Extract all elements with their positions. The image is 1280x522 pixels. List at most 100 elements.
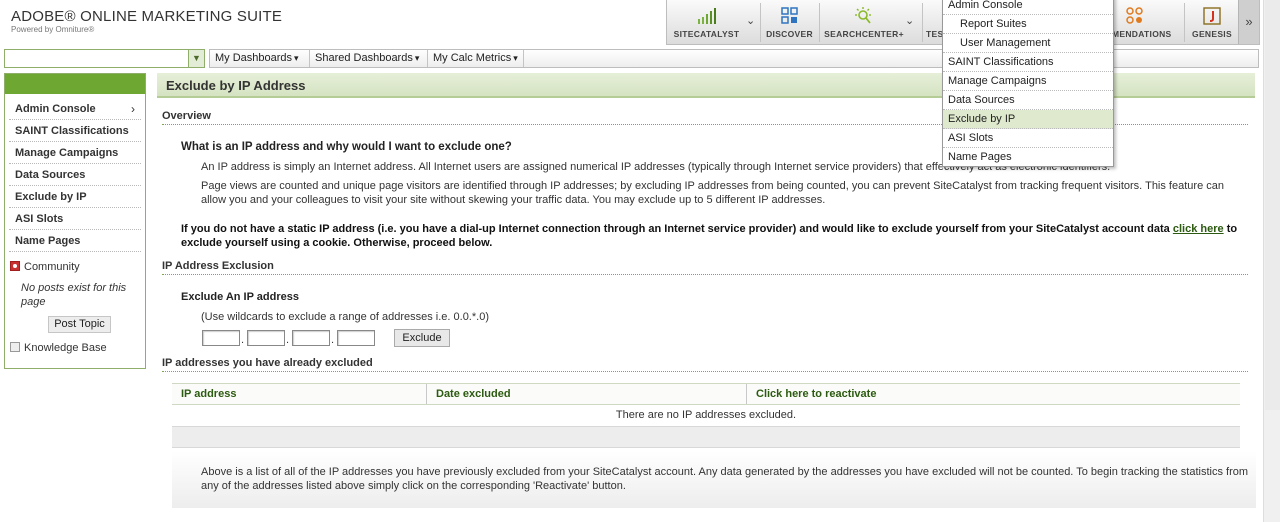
footnote-panel: Above is a list of all of the IP address… [172, 451, 1256, 508]
app-label-discover: DISCOVER [766, 29, 813, 39]
exclude-button[interactable]: Exclude [394, 329, 450, 347]
app-searchcenter[interactable]: SEARCHCENTER+ ⌄ [820, 0, 922, 44]
column-ip-address: IP address [172, 384, 427, 404]
nav-shared-dashboards[interactable]: Shared Dashboards ▾ [310, 50, 428, 67]
menu-item-user-management[interactable]: User Management [943, 34, 1113, 53]
menu-item-data-sources[interactable]: Data Sources [943, 91, 1113, 110]
post-topic-button[interactable]: Post Topic [48, 316, 111, 333]
excluded-ips-heading: IP addresses you have already excluded [162, 357, 1248, 372]
chevron-down-icon[interactable]: ⌄ [905, 14, 914, 27]
chevron-down-icon[interactable]: ▼ [188, 50, 204, 67]
sidebar-item-label: Admin Console [15, 103, 96, 115]
menu-item-admin-console[interactable]: Admin Console [943, 0, 1113, 15]
admin-dropdown-menu: Admin Console Report Suites User Managem… [942, 0, 1114, 167]
sidebar-header [5, 74, 145, 94]
menu-item-exclude-by-ip[interactable]: Exclude by IP [943, 110, 1113, 129]
sidebar-menu: Admin Console › SAINT Classifications Ma… [9, 98, 141, 252]
sidebar-item-manage-campaigns[interactable]: Manage Campaigns [9, 142, 141, 164]
chevron-down-icon[interactable]: ⌄ [746, 14, 755, 27]
sidebar-item-exclude-by-ip[interactable]: Exclude by IP [9, 186, 141, 208]
table-empty-row: There are no IP addresses excluded. [615, 409, 797, 421]
ip-dot-separator: . [241, 334, 245, 346]
sidebar-item-asi-slots[interactable]: ASI Slots [9, 208, 141, 230]
sidebar-item-label: Data Sources [15, 169, 86, 181]
sidebar-item-data-sources[interactable]: Data Sources [9, 164, 141, 186]
ip-octet-1-input[interactable] [202, 330, 240, 346]
chevron-down-icon: ▾ [414, 53, 420, 63]
table-header-row: IP address Date excluded Click here to r… [172, 383, 1240, 405]
menu-item-report-suites[interactable]: Report Suites [943, 15, 1113, 34]
knowledge-base-label: Knowledge Base [24, 342, 107, 354]
sidebar-item-label: Exclude by IP [15, 191, 87, 203]
scrollbar-thumb[interactable] [1265, 0, 1280, 410]
discover-grid-icon [780, 7, 799, 28]
ip-exclusion-explanation: Page views are counted and unique page v… [201, 180, 1224, 206]
ip-dot-separator: . [331, 334, 335, 346]
community-icon [10, 261, 20, 271]
nav-my-calc-metrics-label: My Calc Metrics [433, 52, 512, 64]
chevron-right-icon: › [131, 102, 135, 116]
nav-my-calc-metrics[interactable]: My Calc Metrics ▾ [428, 50, 524, 67]
vertical-scrollbar[interactable] [1263, 0, 1280, 522]
page-root: ADOBE® ONLINE MARKETING SUITE Powered by… [0, 0, 1280, 522]
app-sitecatalyst[interactable]: SITECATALYST ⌄ [667, 0, 760, 44]
cookie-exclusion-link[interactable]: click here [1173, 223, 1224, 235]
nav-my-dashboards[interactable]: My Dashboards ▾ [210, 50, 310, 67]
menu-item-manage-campaigns[interactable]: Manage Campaigns [943, 72, 1113, 91]
static-ip-notice: If you do not have a static IP address (… [181, 222, 1251, 250]
community-section[interactable]: Community [10, 260, 145, 274]
wildcard-hint: (Use wildcards to exclude a range of add… [201, 311, 489, 323]
app-discover[interactable]: DISCOVER [761, 0, 818, 44]
menu-item-asi-slots[interactable]: ASI Slots [943, 129, 1113, 148]
knowledge-base-section[interactable]: Knowledge Base [10, 342, 145, 354]
menu-item-saint-classifications[interactable]: SAINT Classifications [943, 53, 1113, 72]
sidebar-item-admin-console[interactable]: Admin Console › [9, 98, 141, 120]
app-label-recommendations: MENDATIONS [1112, 29, 1172, 39]
sidebar-item-name-pages[interactable]: Name Pages [9, 230, 141, 252]
suite-title: ADOBE® ONLINE MARKETING SUITE [11, 8, 283, 25]
table-footer [172, 426, 1240, 448]
community-label: Community [24, 261, 80, 273]
ip-octet-2-input[interactable] [247, 330, 285, 346]
column-date-excluded: Date excluded [427, 384, 747, 404]
ip-dot-separator: . [286, 334, 290, 346]
app-label-test: TEST [926, 29, 943, 39]
static-ip-text: If you do not have a static IP address (… [181, 223, 1170, 235]
sidebar-item-label: SAINT Classifications [15, 125, 129, 137]
chevron-down-icon: ▾ [513, 53, 518, 63]
recommendations-icon [1126, 7, 1144, 28]
column-reactivate: Click here to reactivate [756, 388, 877, 400]
left-sidebar: Admin Console › SAINT Classifications Ma… [4, 73, 146, 369]
sidebar-item-label: ASI Slots [15, 213, 64, 225]
app-label-searchcenter: SEARCHCENTER+ [824, 29, 904, 39]
more-apps-chevron-icon[interactable]: » [1238, 0, 1259, 44]
app-label-sitecatalyst: SITECATALYST [673, 29, 740, 39]
page-title: Exclude by IP Address [166, 78, 306, 93]
no-posts-message: No posts exist for this page [21, 282, 127, 308]
chevron-down-icon: ▾ [294, 53, 299, 63]
ip-question-heading: What is an IP address and why would I wa… [181, 141, 512, 153]
app-recommendations[interactable]: MENDATIONS [1112, 0, 1184, 44]
nav-my-dashboards-label: My Dashboards [215, 52, 293, 64]
footnote-text: Above is a list of all of the IP address… [201, 466, 1249, 492]
sidebar-item-label: Manage Campaigns [15, 147, 119, 159]
app-label-genesis: GENESIS [1192, 29, 1232, 39]
sitecatalyst-bars-icon [697, 7, 719, 28]
ip-exclusion-heading: IP Address Exclusion [162, 260, 1248, 275]
genesis-icon [1203, 7, 1221, 28]
suite-subtitle: Powered by Omniture® [11, 25, 95, 34]
knowledge-base-icon [10, 342, 20, 352]
report-search-input[interactable]: ▼ [4, 49, 205, 68]
ip-octet-4-input[interactable] [337, 330, 375, 346]
menu-item-name-pages[interactable]: Name Pages [943, 148, 1113, 167]
exclude-ip-heading: Exclude An IP address [181, 291, 299, 303]
app-test[interactable]: TEST [923, 0, 943, 44]
suite-logo[interactable]: ADOBE® ONLINE MARKETING SUITE Powered by… [11, 8, 282, 34]
nav-shared-dashboards-label: Shared Dashboards [315, 52, 413, 64]
app-genesis[interactable]: GENESIS [1185, 0, 1239, 44]
excluded-ip-table: IP address Date excluded Click here to r… [172, 383, 1240, 448]
searchcenter-sun-icon [853, 7, 873, 28]
sidebar-item-saint-classifications[interactable]: SAINT Classifications [9, 120, 141, 142]
ip-octet-3-input[interactable] [292, 330, 330, 346]
sidebar-item-label: Name Pages [15, 235, 81, 247]
